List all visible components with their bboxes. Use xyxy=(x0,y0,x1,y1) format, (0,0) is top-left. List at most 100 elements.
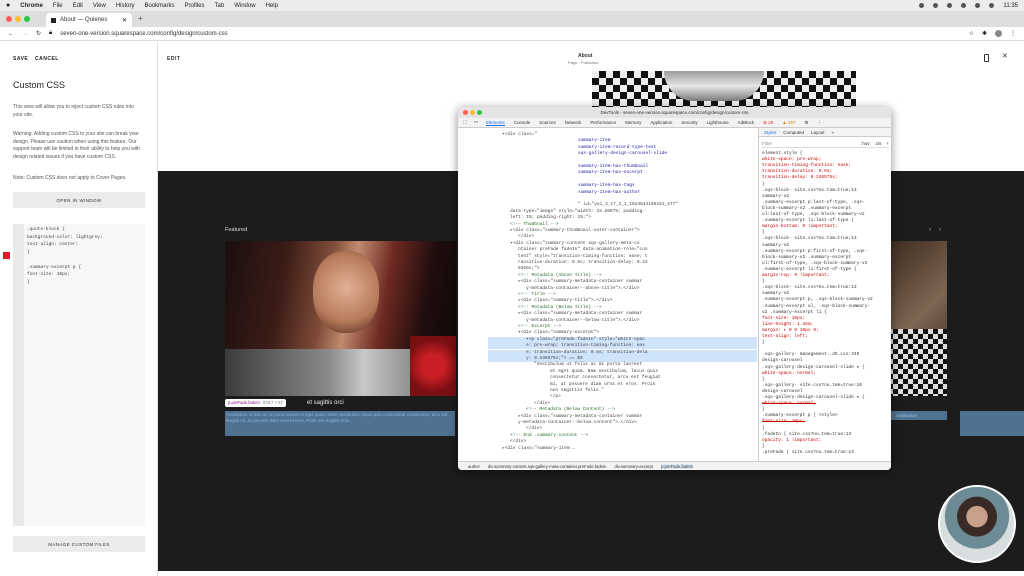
dom-line[interactable]: tent" style="transition-timing-function:… xyxy=(518,254,648,260)
dom-line[interactable]: ▾<div class=" xyxy=(502,132,537,138)
mobile-view-icon[interactable] xyxy=(984,54,989,62)
dom-line[interactable]: </div> xyxy=(518,234,534,240)
style-line[interactable]: white-space: normal; xyxy=(762,401,816,407)
tab-adblock[interactable]: AdBlock xyxy=(738,120,755,125)
style-line[interactable]: font-size: 10px; xyxy=(762,316,805,322)
minimize-window-icon[interactable] xyxy=(470,110,475,115)
dom-line[interactable]: y-metadata-container--above-title">…</di… xyxy=(526,286,639,292)
dom-line[interactable]: </div> xyxy=(510,439,526,445)
menu-history[interactable]: History xyxy=(116,3,135,9)
dom-line[interactable]: summary-item-has-tags xyxy=(578,183,635,189)
tab-computed[interactable]: Computed xyxy=(783,130,804,135)
style-line[interactable]: line-height: 1.4em; xyxy=(762,322,813,328)
style-line[interactable]: transition-delay: 0.246575s; xyxy=(762,175,838,181)
dom-line[interactable]: ▸<div class="summary-metadata-container … xyxy=(518,311,642,317)
device-toolbar-icon[interactable]: ▭ xyxy=(474,119,478,125)
url-field[interactable]: seven-one-version.squarespace.com/config… xyxy=(60,31,227,37)
style-line[interactable]: .fadeIn { site.css?no…tem=true:13 xyxy=(762,432,851,438)
dom-line[interactable]: ▾<div class="summary-excerpt"> xyxy=(518,330,599,336)
style-line[interactable]: } xyxy=(762,426,765,432)
dom-tree[interactable]: ▾<div class=" summary-item summary-item-re… xyxy=(458,128,757,461)
breadcrumb-item[interactable]: div.summary-content.sqs-gallery-meta-con… xyxy=(488,464,607,469)
style-line[interactable]: opacity: 1 !important; xyxy=(762,438,821,444)
browser-tab[interactable]: About — Quienes ✕ xyxy=(46,13,132,27)
dom-line[interactable]: " id="yui_3_17_2_1_1624544189181_477" xyxy=(578,202,678,208)
bookmark-star-icon[interactable]: ☆ xyxy=(969,30,974,37)
status-icon[interactable] xyxy=(947,3,953,8)
style-line[interactable]: text-align: left; xyxy=(762,334,808,340)
dom-line[interactable]: ntainer preFade fadeIn" data-animation-r… xyxy=(518,247,648,253)
tab-performance[interactable]: Performance xyxy=(590,120,616,125)
edit-button[interactable]: EDIT xyxy=(167,56,180,62)
new-tab-icon[interactable]: + xyxy=(138,14,143,23)
dom-line[interactable]: data-type="image" style="width: 33.6667%… xyxy=(510,209,645,215)
dom-line[interactable]: ▸<div class="summary-title">…</div> xyxy=(518,298,613,304)
menu-file[interactable]: File xyxy=(53,3,63,9)
style-line[interactable]: } xyxy=(762,444,765,450)
apple-icon[interactable]: ● xyxy=(6,2,10,9)
styles-filter-input[interactable]: Filter xyxy=(762,141,856,146)
battery-icon[interactable] xyxy=(975,3,981,8)
gallery-next-icon[interactable]: › xyxy=(939,227,941,233)
style-line[interactable]: font-size: 10px; xyxy=(762,419,805,425)
reload-icon[interactable]: ↻ xyxy=(36,30,41,37)
style-line[interactable]: .summary-excerpt p, .sqs-block-summary-v… xyxy=(762,297,873,303)
close-tab-icon[interactable]: ✕ xyxy=(122,17,127,24)
dom-line[interactable]: consectetur consectetur, arcu est feugia… xyxy=(550,375,661,381)
breadcrumb-item[interactable]: author xyxy=(468,464,480,469)
inspect-element-icon[interactable]: ⬚ xyxy=(463,119,467,125)
dom-line[interactable]: 8366s;"> xyxy=(518,266,540,272)
tab-layout[interactable]: Layout xyxy=(811,130,825,135)
css-code-editor[interactable]: .quote-block { background-color: lightgr… xyxy=(13,224,145,526)
dom-line[interactable]: e; transition-duration: 0.6s; transition… xyxy=(488,349,757,356)
dom-line[interactable]: <!-- End .summary-content --> xyxy=(510,433,588,439)
manage-custom-files-button[interactable]: MANAGE CUSTOM FILES xyxy=(13,536,145,552)
tab-memory[interactable]: Memory xyxy=(625,120,641,125)
tab-application[interactable]: Application xyxy=(650,120,672,125)
style-line[interactable]: .sqs-block- site.css?no…tem=true:13 xyxy=(762,188,857,194)
close-icon[interactable]: ✕ xyxy=(1002,52,1008,60)
style-line[interactable]: .preFade { site.css?no…tem=true:13 xyxy=(762,450,854,456)
tab-network[interactable]: Network xyxy=(565,120,582,125)
profile-icon[interactable] xyxy=(995,30,1002,37)
dom-line[interactable]: ▸<div class="summary-metadata-container … xyxy=(518,279,642,285)
menu-bookmarks[interactable]: Bookmarks xyxy=(145,3,175,9)
clock[interactable]: 11:35 xyxy=(1003,3,1018,9)
style-line[interactable]: .summary-excerpt p:last-of-type, .sqs- xyxy=(762,200,865,206)
error-count-badge[interactable]: ⊗ 25 xyxy=(763,120,773,126)
menu-window[interactable]: Window xyxy=(234,3,255,9)
gallery-prev-icon[interactable]: ‹ xyxy=(929,227,931,233)
status-icon[interactable] xyxy=(933,3,939,8)
style-line[interactable]: } xyxy=(762,377,765,383)
dom-line[interactable]: <!-- Metadata (Below Content) --> xyxy=(526,407,615,413)
style-line[interactable]: ul:first-of-type, .sqs-block-summary-v2 xyxy=(762,261,867,267)
menu-app-name[interactable]: Chrome xyxy=(20,3,43,9)
dom-line[interactable]: summary-item-record-type-text xyxy=(578,145,656,151)
menu-tab[interactable]: Tab xyxy=(215,3,225,9)
extensions-icon[interactable]: ✱ xyxy=(982,30,987,37)
dom-line[interactable]: </div> xyxy=(526,426,542,432)
style-line[interactable]: v2 .summary-excerpt li { xyxy=(762,310,827,316)
close-window-icon[interactable] xyxy=(6,16,12,22)
forward-icon[interactable]: → xyxy=(22,31,28,37)
dom-line[interactable]: <!-- Metadata (Below Title) --> xyxy=(518,305,602,311)
style-line[interactable]: .summary-excerpt li:first-of-type { xyxy=(762,267,857,273)
dom-line[interactable]: et eget quam. Nam vestibulum, lacus quis xyxy=(550,369,658,375)
tab-sources[interactable]: Sources xyxy=(539,120,556,125)
style-line[interactable]: block-summary-v2 .summary-excerpt xyxy=(762,255,851,261)
devtools-menu-icon[interactable]: ⋮ xyxy=(818,120,823,126)
style-line[interactable]: margin-top: 0 !important; xyxy=(762,273,830,279)
dom-line[interactable]: summary-item-has-author xyxy=(578,190,640,196)
menu-profiles[interactable]: Profiles xyxy=(185,3,205,9)
zoom-window-icon[interactable] xyxy=(24,16,30,22)
tab-elements[interactable]: Elements xyxy=(486,120,505,126)
tab-security[interactable]: Security xyxy=(681,120,697,125)
dom-line[interactable]: summary-item xyxy=(578,138,610,144)
style-line[interactable]: margin: ▸ 0 0 10px 0; xyxy=(762,328,819,334)
style-line[interactable]: margin-bottom: 0 !important; xyxy=(762,224,838,230)
cancel-button[interactable]: CANCEL xyxy=(35,56,59,62)
tab-console[interactable]: Console xyxy=(514,120,531,125)
dom-line[interactable]: </div> xyxy=(534,401,550,407)
menu-help[interactable]: Help xyxy=(266,3,278,9)
menu-edit[interactable]: Edit xyxy=(73,3,83,9)
